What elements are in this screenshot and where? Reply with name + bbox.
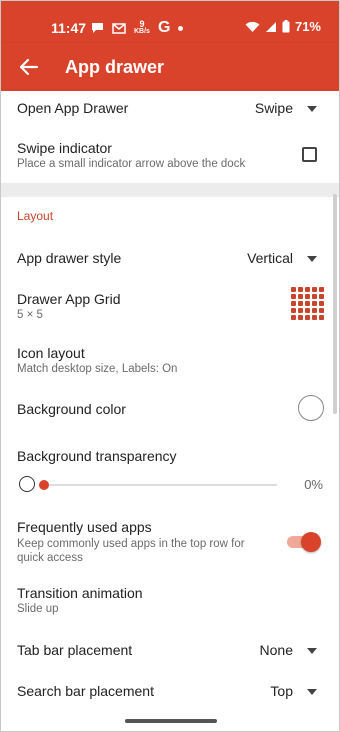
transition-animation-subtitle: Slide up bbox=[17, 603, 59, 615]
status-time: 11:47 bbox=[51, 20, 87, 36]
arrow-back-icon[interactable] bbox=[17, 56, 39, 78]
open-app-drawer-label: Open App Drawer bbox=[17, 100, 129, 116]
tab-bar-placement-value: None bbox=[259, 642, 293, 658]
speed-value: 9 bbox=[139, 19, 145, 29]
screen: 11:47 9 KB/s G 71% App drawer Open App Dr… bbox=[0, 0, 340, 732]
dropdown-arrow-icon bbox=[307, 256, 317, 262]
dropdown-arrow-icon bbox=[307, 689, 317, 695]
background-color-swatch[interactable] bbox=[298, 395, 324, 421]
dropdown-arrow-icon bbox=[307, 106, 317, 112]
battery-icon bbox=[282, 20, 290, 33]
speed-unit: KB/s bbox=[134, 28, 150, 35]
tab-bar-placement-row[interactable]: Tab bar placement None bbox=[1, 633, 339, 667]
transparency-slider-thumb[interactable] bbox=[39, 480, 49, 490]
frequently-used-apps-subtitle-line1: Keep commonly used apps in the top row f… bbox=[17, 538, 245, 550]
transparency-preview-circle bbox=[19, 476, 35, 492]
drawer-app-grid-label: Drawer App Grid bbox=[17, 291, 121, 307]
search-bar-placement-value: Top bbox=[270, 683, 293, 699]
swipe-indicator-checkbox[interactable] bbox=[302, 147, 317, 162]
search-bar-placement-row[interactable]: Search bar placement Top bbox=[1, 674, 339, 708]
open-app-drawer-value: Swipe bbox=[254, 100, 293, 116]
background-color-label: Background color bbox=[17, 401, 126, 417]
frequently-used-apps-subtitle-line2: quick access bbox=[17, 552, 83, 564]
wifi-icon bbox=[245, 21, 260, 32]
swipe-indicator-row[interactable]: Swipe indicator Place a small indicator … bbox=[1, 135, 339, 175]
status-bar: 11:47 9 KB/s G 71% bbox=[1, 1, 339, 43]
icon-layout-label: Icon layout bbox=[17, 345, 85, 361]
icon-layout-subtitle: Match desktop size, Labels: On bbox=[17, 363, 178, 375]
scrollbar[interactable] bbox=[333, 194, 337, 414]
page-title: App drawer bbox=[65, 57, 165, 77]
mail-icon bbox=[112, 22, 126, 34]
more-notifications-dot-icon bbox=[178, 25, 184, 31]
background-transparency-label: Background transparency bbox=[17, 448, 177, 464]
app-grid-icon bbox=[291, 287, 324, 321]
transparency-slider-track[interactable] bbox=[45, 484, 277, 486]
home-gesture-handle[interactable] bbox=[125, 719, 217, 723]
chat-icon bbox=[92, 23, 103, 33]
app-drawer-style-label: App drawer style bbox=[17, 250, 122, 266]
app-drawer-style-value: Vertical bbox=[247, 250, 293, 266]
battery-percent: 71% bbox=[294, 19, 321, 34]
app-bar: App drawer bbox=[1, 43, 339, 91]
transition-animation-row[interactable]: Transition animation Slide up bbox=[1, 579, 339, 619]
transparency-value: 0% bbox=[304, 477, 323, 492]
background-transparency-row: Background transparency bbox=[1, 443, 339, 467]
network-speed: 9 KB/s bbox=[134, 19, 150, 36]
search-bar-placement-label: Search bar placement bbox=[17, 683, 154, 699]
notification-icons: 9 KB/s G bbox=[91, 19, 184, 37]
frequently-used-apps-label: Frequently used apps bbox=[17, 519, 152, 535]
drawer-app-grid-subtitle: 5 × 5 bbox=[17, 309, 43, 321]
app-drawer-style-row[interactable]: App drawer style Vertical bbox=[1, 241, 339, 275]
tab-bar-placement-label: Tab bar placement bbox=[17, 642, 133, 658]
open-app-drawer-row[interactable]: Open App Drawer Swipe bbox=[1, 91, 339, 125]
toggle-thumb[interactable] bbox=[301, 532, 321, 552]
icon-layout-row[interactable]: Icon layout Match desktop size, Labels: … bbox=[1, 339, 339, 379]
swipe-indicator-subtitle: Place a small indicator arrow above the … bbox=[17, 158, 246, 170]
drawer-app-grid-row[interactable]: Drawer App Grid 5 × 5 bbox=[1, 285, 339, 325]
background-color-row[interactable]: Background color bbox=[1, 391, 339, 425]
system-icons: 71% bbox=[245, 19, 321, 34]
google-icon: G bbox=[157, 19, 171, 36]
section-title-layout: Layout bbox=[17, 209, 54, 223]
cell-signal-icon bbox=[265, 21, 276, 32]
swipe-indicator-label: Swipe indicator bbox=[17, 140, 112, 156]
dropdown-arrow-icon bbox=[307, 648, 317, 654]
transition-animation-label: Transition animation bbox=[17, 585, 143, 601]
section-divider bbox=[1, 183, 339, 197]
